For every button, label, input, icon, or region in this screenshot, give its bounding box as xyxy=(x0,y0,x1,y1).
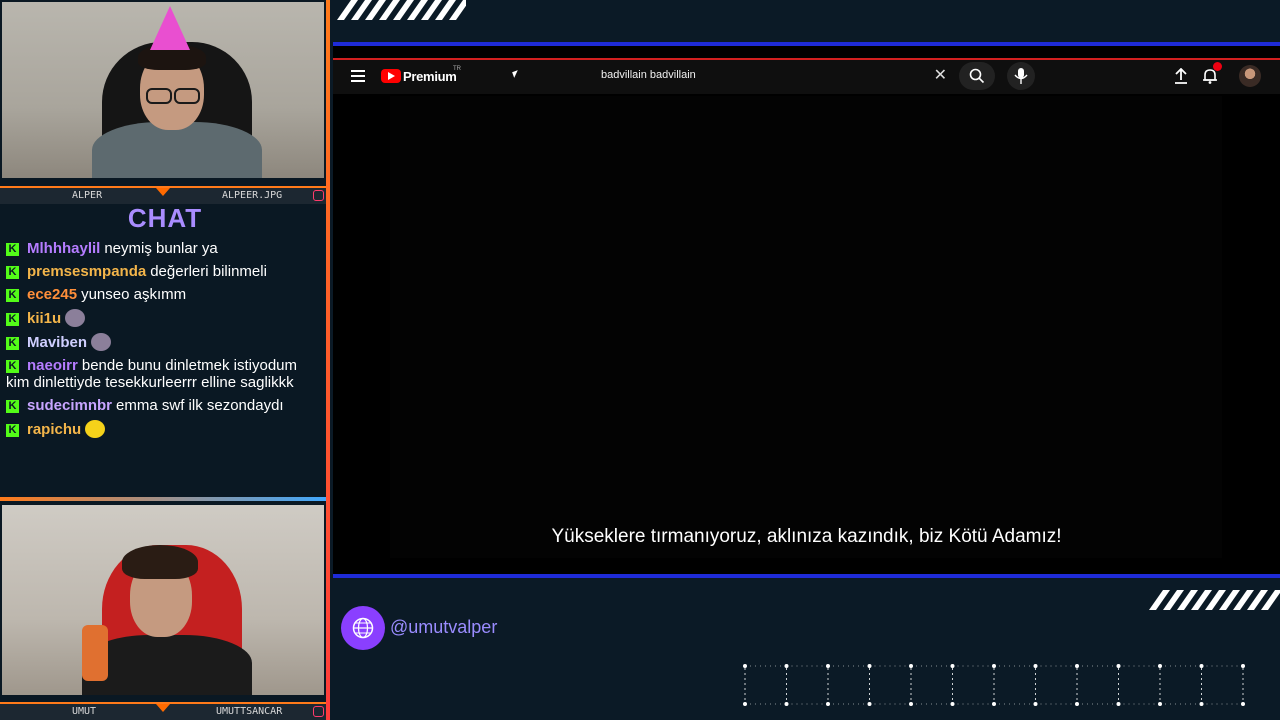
kick-icon: K xyxy=(6,313,19,326)
chat-text: neymiş bunlar ya xyxy=(104,240,218,257)
person-hair xyxy=(122,545,198,579)
glasses-icon xyxy=(146,88,172,104)
voice-search-button[interactable] xyxy=(1007,62,1035,90)
triangle-icon xyxy=(156,704,170,712)
search-input[interactable]: badvillain badvillain ✕ xyxy=(589,63,957,89)
kick-icon: K xyxy=(6,424,19,437)
menu-icon[interactable] xyxy=(351,70,365,85)
pikachu-emote-icon xyxy=(85,420,106,438)
notifications-button[interactable] xyxy=(1199,62,1223,88)
stripes-decoration xyxy=(334,0,466,20)
chat-username[interactable]: ece245 xyxy=(27,286,77,303)
streamer-panel: ALPER ALPEER.JPG CHAT K Mlhhhaylil neymiş … xyxy=(0,0,330,720)
party-hat-icon xyxy=(150,6,190,50)
kick-icon: K xyxy=(6,337,19,350)
social-badge xyxy=(341,606,385,650)
chat-message: Krapichu xyxy=(6,420,324,438)
chat-username[interactable]: Maviben xyxy=(27,334,87,351)
kick-icon: K xyxy=(6,266,19,279)
chat-message: Kkii1u xyxy=(6,309,324,327)
social-handle: @umutvalper xyxy=(390,617,498,637)
chat-text: emma swf ilk sezondaydı xyxy=(116,397,284,414)
chat-message: Ksudecimnbr emma swf ilk sezondaydı xyxy=(6,397,324,414)
person-emote-icon xyxy=(65,309,86,327)
globe-icon xyxy=(352,617,374,639)
kick-icon: K xyxy=(6,360,19,373)
person-emote-icon xyxy=(91,333,112,351)
search-button[interactable] xyxy=(959,62,995,90)
webcam-top-namebar: ALPER ALPEER.JPG xyxy=(0,186,330,204)
streamer-handle: ALPEER.JPG xyxy=(222,190,283,201)
brand-label[interactable]: Premium xyxy=(403,69,457,84)
accent-edge xyxy=(326,0,330,720)
chat-username[interactable]: sudecimnbr xyxy=(27,397,112,414)
instagram-icon xyxy=(313,190,324,201)
chat-message: K Mlhhhaylil neymiş bunlar ya xyxy=(6,240,324,257)
webcam-top xyxy=(2,2,324,178)
chat-username[interactable]: Mlhhhaylil xyxy=(27,240,100,257)
upload-icon xyxy=(1175,68,1187,84)
stripes-decoration xyxy=(1146,590,1280,610)
glasses-icon xyxy=(174,88,200,104)
youtube-topbar: Premium TR badvillain badvillain ✕ xyxy=(333,60,1280,94)
chat-username[interactable]: naeoirr xyxy=(27,357,78,374)
search-icon xyxy=(969,68,985,84)
notification-badge xyxy=(1213,62,1222,71)
chat-username[interactable]: rapichu xyxy=(27,421,81,438)
streamer-name: ALPER xyxy=(72,190,103,201)
youtube-logo-icon[interactable] xyxy=(381,69,401,83)
search-query[interactable]: badvillain badvillain xyxy=(601,69,696,81)
microphone-icon xyxy=(1014,68,1028,84)
microphone-icon xyxy=(82,625,108,681)
video-subtitle: Yükseklere tırmanıyoruz, aklınıza kazınd… xyxy=(551,526,1062,547)
chat-text: yunseo aşkımm xyxy=(81,286,187,303)
chat-title: CHAT xyxy=(127,203,203,233)
streamer-name: UMUT xyxy=(72,706,97,717)
video-player[interactable] xyxy=(390,96,1222,558)
chat-text: değerleri bilinmeli xyxy=(150,263,267,280)
create-button[interactable] xyxy=(1169,64,1193,88)
region-label: TR xyxy=(453,66,461,72)
chat-username[interactable]: premsesmpanda xyxy=(27,263,146,280)
dot-grid-decoration xyxy=(743,664,1245,706)
kick-icon: K xyxy=(6,243,19,256)
chat-divider xyxy=(0,497,330,501)
kick-icon: K xyxy=(6,289,19,302)
chat-message: Kpremsesmpanda değerleri bilinmeli xyxy=(6,263,324,280)
streamer-handle: UMUTTSANCAR xyxy=(216,706,283,717)
webcam-bottom-namebar: UMUT UMUTTSANCAR xyxy=(0,702,330,720)
webcam-bottom xyxy=(2,505,324,695)
instagram-icon xyxy=(313,706,324,717)
clear-search-icon[interactable]: ✕ xyxy=(934,65,947,85)
person-body xyxy=(92,122,262,178)
chat-username[interactable]: kii1u xyxy=(27,310,61,327)
account-avatar[interactable] xyxy=(1239,65,1261,87)
chat-list: K Mlhhhaylil neymiş bunlar ya Kpremsesmpand… xyxy=(6,240,324,444)
chat-message: K Maviben xyxy=(6,333,324,351)
kick-icon: K xyxy=(6,400,19,413)
mouse-cursor-icon xyxy=(512,70,520,78)
triangle-icon xyxy=(156,188,170,196)
chat-message: Kece245 yunseo aşkımm xyxy=(6,286,324,303)
chat-message: Knaeoirr bende bunu dinletmek istiyodum k… xyxy=(6,357,324,391)
